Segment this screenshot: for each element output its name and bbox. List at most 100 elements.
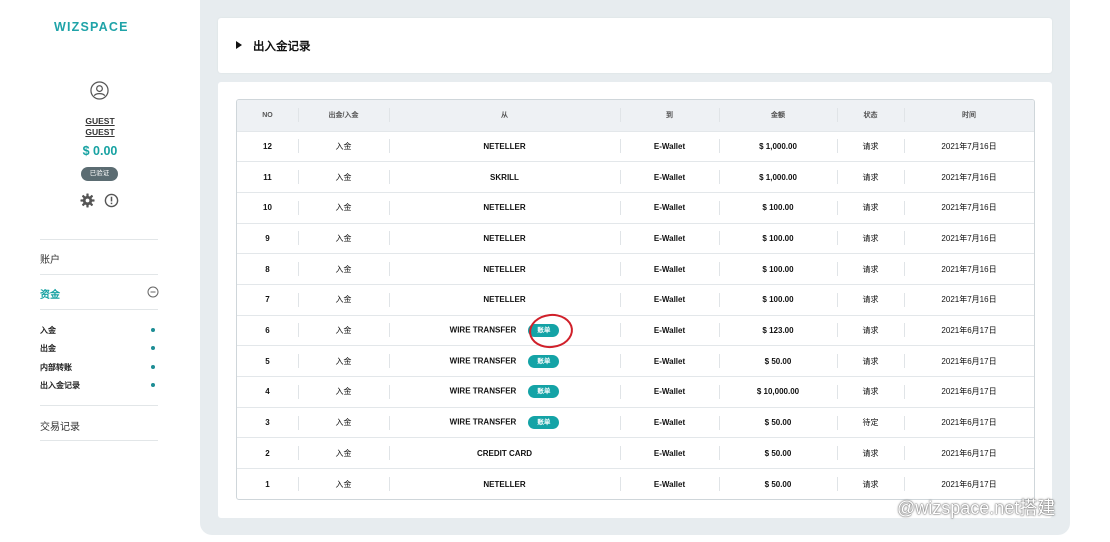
username-line-1[interactable]: GUEST (60, 116, 140, 126)
cell-from: WIRE TRANSFER 账单 (389, 377, 620, 408)
sub-item-fund-records[interactable]: 出入金记录 (40, 380, 158, 391)
cell-from: WIRE TRANSFER 账单 (389, 346, 620, 377)
column-header-to[interactable]: 到 (620, 100, 719, 131)
cell-from: SKRILL (389, 162, 620, 193)
cell-type: 入金 (298, 162, 389, 193)
cell-type: 入金 (298, 284, 389, 315)
from-method-label: CREDIT CARD (476, 448, 533, 458)
cell-no: 1 (265, 479, 270, 489)
cell-to: E-Wallet (620, 192, 719, 223)
cell-to: E-Wallet (620, 284, 719, 315)
cell-status: 请求 (837, 223, 904, 254)
from-method-label: WIRE TRANSFER (449, 386, 517, 396)
cell-to: E-Wallet (620, 438, 719, 469)
from-method-label: WIRE TRANSFER (449, 356, 517, 366)
cell-no: 8 (265, 264, 270, 274)
from-method-label: NETELLER (483, 479, 526, 489)
cell-no: 11 (263, 172, 272, 182)
cell-time: 2021年6月17日 (904, 407, 1034, 438)
expand-arrow-icon[interactable] (236, 41, 242, 49)
column-header-no[interactable]: NO (237, 100, 298, 131)
bill-button[interactable]: 账单 (528, 416, 560, 430)
cell-to: E-Wallet (620, 223, 719, 254)
table-row: 7 入金 NETELLER E-Wallet $ 100.00 请求 2021年7月16日 (237, 284, 1034, 315)
cell-amount: $ 1,000.00 (719, 131, 837, 162)
sub-item-withdraw[interactable]: 出金 (40, 343, 158, 354)
cell-type: 入金 (298, 469, 389, 499)
collapse-minus-icon[interactable] (147, 286, 159, 298)
cell-time: 2021年7月16日 (904, 284, 1034, 315)
cell-status: 请求 (837, 131, 904, 162)
cell-to: E-Wallet (620, 162, 719, 193)
cell-type: 入金 (298, 377, 389, 408)
from-method-label: NETELLER (483, 295, 526, 305)
table-row: 12 入金 NETELLER E-Wallet $ 1,000.00 请求 2021年7月1… (237, 131, 1034, 162)
column-header-amount[interactable]: 金额 (719, 100, 837, 131)
sub-item-label: 出入金记录 (40, 381, 80, 390)
gear-icon[interactable] (80, 193, 95, 208)
brand-logo[interactable]: WIZSPACE (54, 20, 129, 34)
records-table: NO 出金/入金 从 到 金额 状态 时间 12 入金 NETELLER E-Wall… (237, 100, 1034, 499)
cell-time: 2021年7月16日 (904, 131, 1034, 162)
table-row: 2 入金 CREDIT CARD E-Wallet $ 50.00 请求 2021年6月17… (237, 437, 1034, 469)
sub-item-label: 内部转账 (40, 363, 72, 372)
column-header-status[interactable]: 状态 (837, 100, 904, 131)
cell-type: 入金 (298, 315, 389, 346)
nav-item-trade-records[interactable]: 交易记录 (40, 418, 80, 433)
from-method-label: SKRILL (490, 172, 519, 182)
cell-to: E-Wallet (620, 254, 719, 285)
bill-button[interactable]: 账单 (528, 354, 560, 368)
cell-amount: $ 100.00 (719, 223, 837, 254)
page-header-card (218, 18, 1052, 73)
cell-amount: $ 100.00 (719, 254, 837, 285)
cell-time: 2021年7月16日 (904, 162, 1034, 193)
nav-divider (40, 309, 158, 310)
from-method-label: NETELLER (483, 233, 526, 243)
records-table-container: NO 出金/入金 从 到 金额 状态 时间 12 入金 NETELLER E-Wall… (236, 99, 1035, 500)
cell-time: 2021年7月16日 (904, 223, 1034, 254)
cell-time: 2021年6月17日 (904, 438, 1034, 469)
column-header-from[interactable]: 从 (389, 100, 620, 131)
cell-from: NETELLER (389, 131, 620, 162)
column-header-type[interactable]: 出金/入金 (298, 100, 389, 131)
account-balance: $ 0.00 (82, 144, 118, 158)
table-row: 3 入金 WIRE TRANSFER 账单 E-Wallet $ 50.00 待定 2021年… (237, 407, 1034, 438)
user-avatar-icon[interactable] (90, 81, 109, 100)
cell-status: 请求 (837, 438, 904, 469)
bullet-dot (151, 383, 155, 387)
cell-from: WIRE TRANSFER 账单 (389, 407, 620, 438)
table-row: 5 入金 WIRE TRANSFER 账单 E-Wallet $ 50.00 请求 2021年… (237, 345, 1034, 377)
cell-no: 4 (265, 387, 270, 397)
cell-time: 2021年6月17日 (904, 346, 1034, 377)
bill-button[interactable]: 账单 (528, 385, 560, 399)
nav-item-account[interactable]: 账户 (40, 251, 60, 266)
cell-amount: $ 50.00 (719, 469, 837, 499)
cell-to: E-Wallet (620, 377, 719, 408)
nav-divider (40, 274, 158, 275)
cell-amount: $ 1,000.00 (719, 162, 837, 193)
username-line-2[interactable]: GUEST (60, 127, 140, 137)
cell-from: NETELLER (389, 223, 620, 254)
table-row: 9 入金 NETELLER E-Wallet $ 100.00 请求 2021年7月16日 (237, 223, 1034, 254)
cell-no: 12 (263, 141, 272, 151)
table-body: 12 入金 NETELLER E-Wallet $ 1,000.00 请求 2021年7月1… (237, 131, 1034, 499)
cell-status: 待定 (837, 407, 904, 438)
cell-type: 入金 (298, 223, 389, 254)
cell-to: E-Wallet (620, 131, 719, 162)
cell-time: 2021年6月17日 (904, 377, 1034, 408)
cell-from: NETELLER (389, 469, 620, 499)
cell-amount: $ 50.00 (719, 407, 837, 438)
cell-no: 2 (265, 448, 270, 458)
sub-item-deposit[interactable]: 入金 (40, 325, 158, 336)
cell-time: 2021年7月16日 (904, 254, 1034, 285)
cell-type: 入金 (298, 254, 389, 285)
table-row: 11 入金 SKRILL E-Wallet $ 1,000.00 请求 2021年7月16日 (237, 161, 1034, 193)
from-method-label: WIRE TRANSFER (449, 417, 517, 427)
cell-type: 入金 (298, 131, 389, 162)
table-row: 10 入金 NETELLER E-Wallet $ 100.00 请求 2021年7月16日 (237, 192, 1034, 223)
column-header-time[interactable]: 时间 (904, 100, 1034, 131)
sub-item-internal-transfer[interactable]: 内部转账 (40, 362, 158, 373)
from-method-label: NETELLER (483, 264, 526, 274)
info-icon[interactable] (104, 193, 119, 208)
nav-item-funds[interactable]: 资金 (40, 286, 60, 301)
